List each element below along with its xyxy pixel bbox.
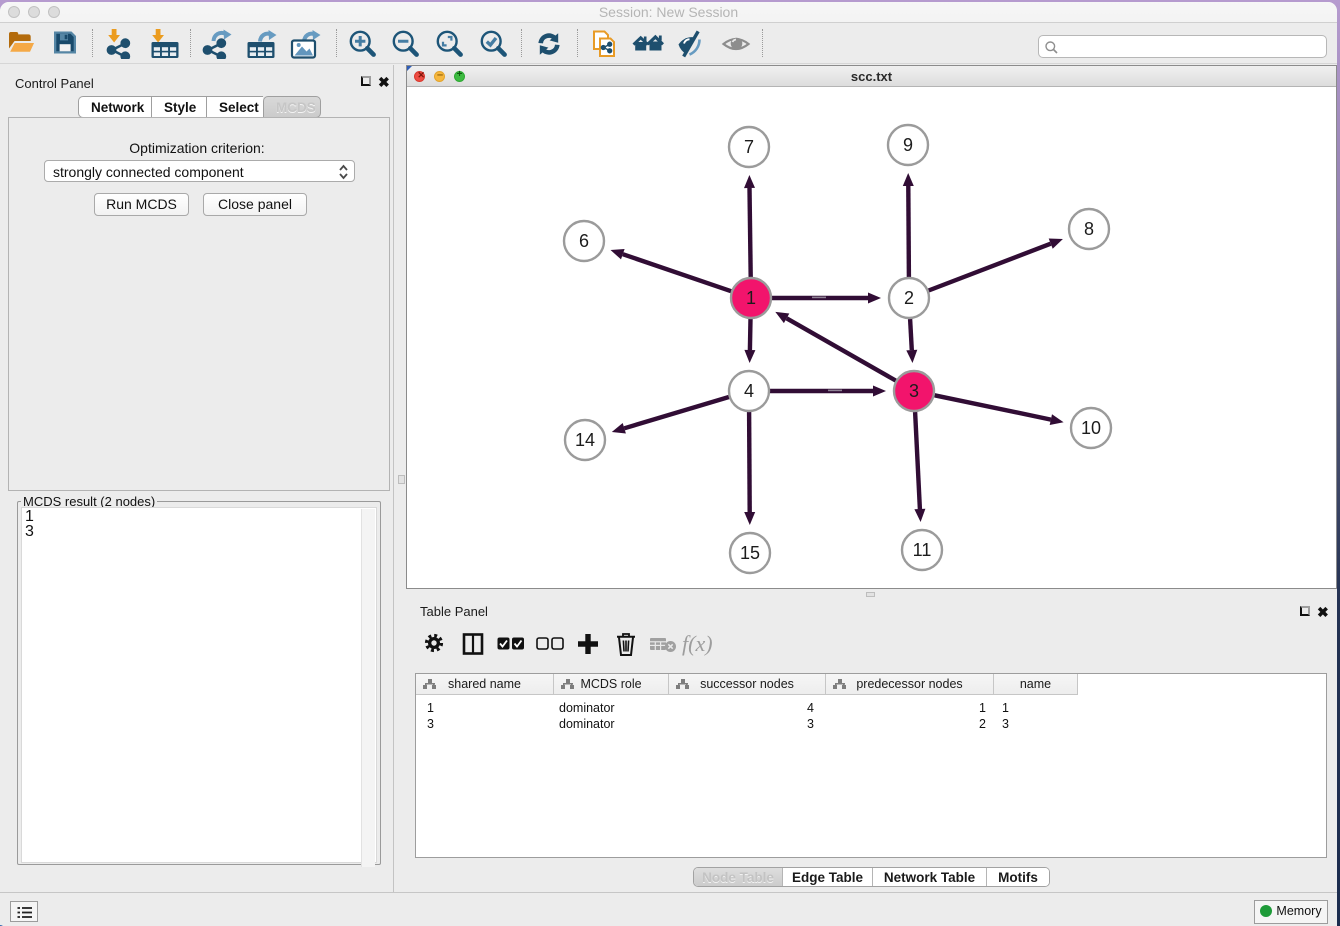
svg-text:1: 1 [746, 288, 756, 308]
svg-text:10: 10 [1081, 418, 1101, 438]
svg-text:8: 8 [1084, 219, 1094, 239]
svg-text:3: 3 [909, 381, 919, 401]
svg-text:15: 15 [740, 543, 760, 563]
svg-text:7: 7 [744, 137, 754, 157]
svg-text:4: 4 [744, 381, 754, 401]
svg-text:11: 11 [913, 540, 932, 560]
svg-text:9: 9 [903, 135, 913, 155]
svg-text:14: 14 [575, 430, 595, 450]
svg-text:6: 6 [579, 231, 589, 251]
svg-text:2: 2 [904, 288, 914, 308]
